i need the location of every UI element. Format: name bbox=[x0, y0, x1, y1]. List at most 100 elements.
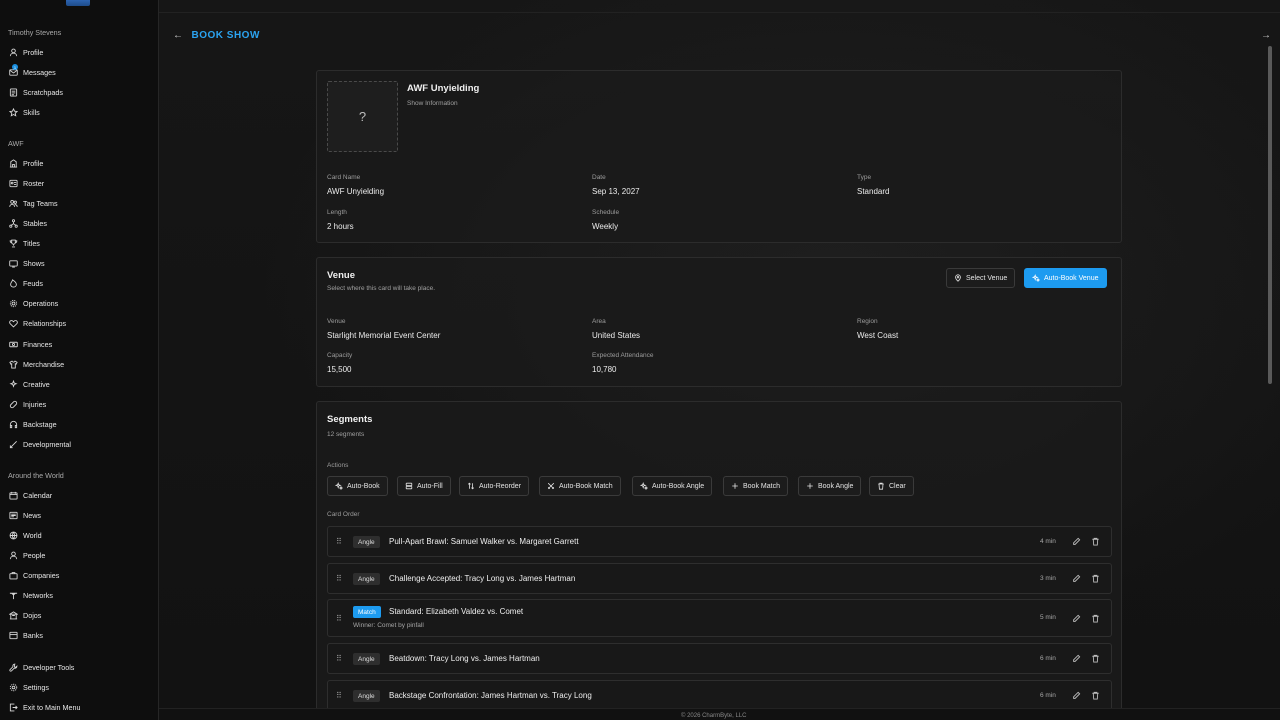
shirt-icon bbox=[8, 359, 18, 369]
sidebar-item-networks[interactable]: Networks bbox=[8, 588, 156, 602]
sidebar-item-label: Backstage bbox=[23, 419, 57, 429]
sidebar-item-label: Scratchpads bbox=[23, 87, 63, 97]
segment-row[interactable]: ⠿ Match Standard: Elizabeth Valdez vs. C… bbox=[327, 599, 1112, 637]
drag-handle-icon[interactable]: ⠿ bbox=[336, 574, 342, 583]
book-match-button[interactable]: Book Match bbox=[723, 476, 788, 496]
sidebar-item-label: Skills bbox=[23, 107, 40, 117]
segment-row[interactable]: ⠿ Angle Challenge Accepted: Tracy Long v… bbox=[327, 563, 1112, 594]
edit-icon[interactable] bbox=[1072, 537, 1081, 546]
sidebar-item-merchandise[interactable]: Merchandise bbox=[8, 357, 156, 371]
sidebar-item-messages[interactable]: 1 Messages bbox=[8, 64, 156, 79]
sidebar-item-label: Operations bbox=[23, 298, 59, 308]
edit-icon[interactable] bbox=[1072, 654, 1081, 663]
auto-book-venue-label: Auto-Book Venue bbox=[1044, 274, 1099, 282]
sidebar-item-creative[interactable]: Creative bbox=[8, 377, 156, 391]
drag-handle-icon[interactable]: ⠿ bbox=[336, 537, 342, 546]
type-label: Type bbox=[857, 174, 872, 181]
attendance-label: Expected Attendance bbox=[592, 352, 654, 359]
sidebar-item-stables[interactable]: Stables bbox=[8, 216, 156, 230]
sidebar-item-injuries[interactable]: Injuries bbox=[8, 397, 156, 411]
drag-handle-icon[interactable]: ⠿ bbox=[336, 654, 342, 663]
sidebar-item-dojos[interactable]: Dojos bbox=[8, 608, 156, 622]
roster-icon bbox=[8, 178, 18, 188]
auto-book-match-button[interactable]: Auto-Book Match bbox=[539, 476, 621, 496]
sidebar-item-world[interactable]: World bbox=[8, 528, 156, 542]
venue-title: Venue bbox=[327, 270, 355, 281]
sidebar-item-org-profile[interactable]: Profile bbox=[8, 156, 156, 170]
sidebar-item-skills[interactable]: Skills bbox=[8, 105, 156, 119]
actions-label: Actions bbox=[327, 462, 349, 469]
drag-handle-icon[interactable]: ⠿ bbox=[336, 691, 342, 700]
sidebar-item-calendar[interactable]: Calendar bbox=[8, 488, 156, 502]
drag-handle-icon[interactable]: ⠿ bbox=[336, 614, 342, 623]
sidebar-item-finances[interactable]: Finances bbox=[8, 337, 156, 351]
sidebar-item-tag-teams[interactable]: Tag Teams bbox=[8, 196, 156, 210]
sidebar-item-backstage[interactable]: Backstage bbox=[8, 417, 156, 431]
sidebar-item-label: Companies bbox=[23, 570, 60, 580]
segment-type-badge: Match bbox=[353, 606, 381, 618]
segment-duration: 4 min bbox=[1040, 538, 1056, 545]
sidebar-item-developmental[interactable]: Developmental bbox=[8, 437, 156, 451]
segments-title: Segments bbox=[327, 414, 373, 425]
sidebar-item-titles[interactable]: Titles bbox=[8, 236, 156, 250]
sidebar-item-scratchpads[interactable]: Scratchpads bbox=[8, 85, 156, 99]
back-arrow-icon[interactable]: ← bbox=[173, 30, 184, 41]
edit-icon[interactable] bbox=[1072, 574, 1081, 583]
segment-type-badge: Angle bbox=[353, 653, 380, 665]
region-value: West Coast bbox=[857, 331, 899, 340]
delete-icon[interactable] bbox=[1091, 691, 1100, 700]
edit-icon[interactable] bbox=[1072, 691, 1081, 700]
sidebar-item-label: Creative bbox=[23, 379, 50, 389]
topbar-divider bbox=[159, 12, 1280, 13]
segment-title: Standard: Elizabeth Valdez vs. Comet bbox=[389, 607, 524, 616]
sidebar-item-exit[interactable]: Exit to Main Menu bbox=[8, 700, 156, 714]
delete-icon[interactable] bbox=[1091, 537, 1100, 546]
auto-fill-button[interactable]: Auto-Fill bbox=[397, 476, 451, 496]
show-info-card: ? AWF Unyielding Show Information Card N… bbox=[316, 70, 1122, 243]
delete-icon[interactable] bbox=[1091, 654, 1100, 663]
sidebar-item-roster[interactable]: Roster bbox=[8, 176, 156, 190]
sidebar-item-label: Developmental bbox=[23, 439, 71, 449]
select-venue-label: Select Venue bbox=[966, 274, 1008, 282]
sidebar-item-label: Messages bbox=[23, 67, 56, 77]
sidebar-item-news[interactable]: News bbox=[8, 508, 156, 522]
delete-icon[interactable] bbox=[1091, 574, 1100, 583]
auto-book-button[interactable]: Auto-Book bbox=[327, 476, 388, 496]
forward-arrow-icon[interactable]: → bbox=[1261, 30, 1271, 41]
sidebar-item-developer-tools[interactable]: Developer Tools bbox=[8, 660, 156, 674]
scrollbar[interactable] bbox=[1268, 46, 1272, 384]
type-value: Standard bbox=[857, 187, 890, 196]
book-angle-button[interactable]: Book Angle bbox=[798, 476, 862, 496]
venue-value: Starlight Memorial Event Center bbox=[327, 331, 441, 340]
sidebar-item-people[interactable]: People bbox=[8, 548, 156, 562]
sidebar-item-companies[interactable]: Companies bbox=[8, 568, 156, 582]
segment-row[interactable]: ⠿ Angle Backstage Confrontation: James H… bbox=[327, 680, 1112, 710]
card-order-label: Card Order bbox=[327, 511, 360, 518]
sidebar-item-operations[interactable]: Operations bbox=[8, 296, 156, 310]
sidebar-item-relationships[interactable]: Relationships bbox=[8, 316, 156, 330]
auto-book-venue-button[interactable]: Auto-Book Venue bbox=[1024, 268, 1107, 288]
sidebar-item-label: Finances bbox=[23, 339, 53, 349]
user-icon bbox=[8, 47, 18, 57]
auto-book-angle-button[interactable]: Auto-Book Angle bbox=[632, 476, 713, 496]
sprout-icon bbox=[8, 439, 18, 449]
select-venue-button[interactable]: Select Venue bbox=[946, 268, 1016, 288]
auto-reorder-button[interactable]: Auto-Reorder bbox=[459, 476, 530, 496]
trophy-icon bbox=[8, 238, 18, 248]
sidebar-item-shows[interactable]: Shows bbox=[8, 256, 156, 270]
sidebar-item-label: Profile bbox=[23, 158, 44, 168]
sidebar-item-banks[interactable]: Banks bbox=[8, 628, 156, 642]
bandage-icon bbox=[8, 399, 18, 409]
segment-row[interactable]: ⠿ Angle Beatdown: Tracy Long vs. James H… bbox=[327, 643, 1112, 674]
sidebar-item-profile[interactable]: Profile bbox=[8, 45, 156, 59]
delete-icon[interactable] bbox=[1091, 614, 1100, 623]
cash-icon bbox=[8, 339, 18, 349]
clear-button[interactable]: Clear bbox=[869, 476, 914, 496]
card-name-label: Card Name bbox=[327, 174, 361, 181]
edit-icon[interactable] bbox=[1072, 614, 1081, 623]
show-image-placeholder[interactable]: ? bbox=[327, 81, 398, 152]
sidebar-item-feuds[interactable]: Feuds bbox=[8, 276, 156, 290]
segment-row[interactable]: ⠿ Angle Pull-Apart Brawl: Samuel Walker … bbox=[327, 526, 1112, 557]
sidebar-item-settings[interactable]: Settings bbox=[8, 680, 156, 694]
app-logo[interactable] bbox=[66, 0, 90, 6]
